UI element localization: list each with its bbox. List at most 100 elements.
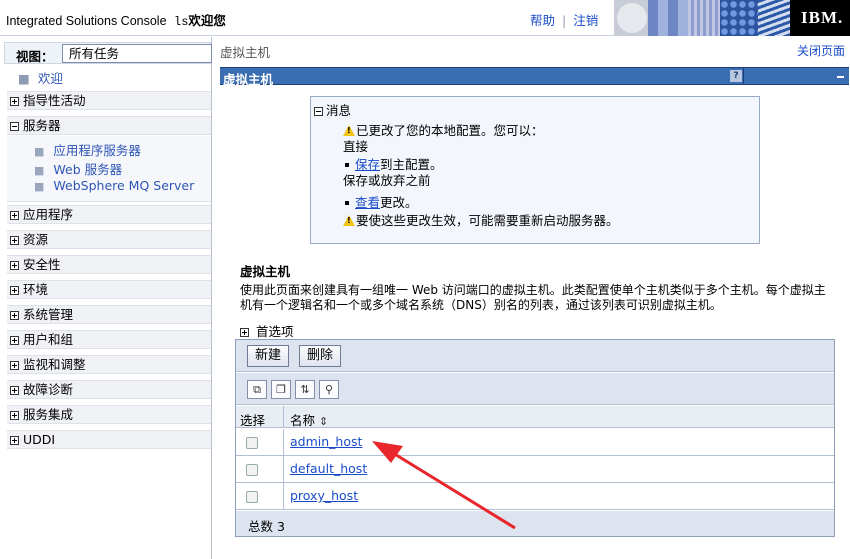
- review-link[interactable]: 查看: [355, 195, 380, 210]
- title-divider: [743, 68, 744, 84]
- portlet-title: 虚拟主机: [223, 72, 274, 87]
- nav-item-service-integration[interactable]: 服务集成: [7, 405, 211, 424]
- nav-item-system-admin[interactable]: 系统管理: [7, 305, 211, 324]
- preferences-label: 首选项: [255, 324, 294, 339]
- ibm-logo: IBM.: [801, 8, 844, 27]
- nav-link-label: Web 服务器: [53, 162, 123, 177]
- message-config-changed: 已更改了您的本地配置。您可以：: [343, 120, 544, 139]
- delete-button[interactable]: 删除: [299, 345, 341, 367]
- nav-link-label: 应用程序服务器: [53, 143, 141, 158]
- col-name-label: 名称: [290, 413, 316, 428]
- nav-item-resources[interactable]: 资源: [7, 230, 211, 249]
- nav-item-uddi[interactable]: UDDI: [7, 430, 211, 449]
- bullet-icon: ■: [34, 164, 45, 177]
- message-text: 已更改了您的本地配置。您可以：: [356, 123, 544, 138]
- expand-icon: [10, 97, 19, 106]
- console-name: Integrated Solutions Console: [6, 14, 167, 28]
- portlet-title-bar: 虚拟主机 ?: [220, 67, 849, 87]
- view-select[interactable]: 所有任务: [62, 44, 212, 63]
- user-name: ls: [174, 15, 189, 29]
- message-text: 要使这些更改生效，可能需要重新启动服务器。: [356, 213, 619, 228]
- show-filter-icon[interactable]: ⇅: [295, 380, 315, 399]
- minimize-icon[interactable]: [837, 76, 844, 78]
- bullet-icon: [345, 201, 349, 205]
- nav-item-monitoring[interactable]: 监视和调整: [7, 355, 211, 374]
- nav-item-users-groups[interactable]: 用户和组: [7, 330, 211, 349]
- message-direct: 直接: [343, 139, 369, 154]
- nav-item-servers[interactable]: 服务器: [7, 116, 211, 135]
- help-link[interactable]: 帮助: [530, 13, 555, 28]
- nav-item-security[interactable]: 安全性: [7, 255, 211, 274]
- nav-link-app-servers[interactable]: ■ 应用程序服务器: [34, 140, 141, 159]
- banner: Integrated Solutions Console ls欢迎您 帮助 | 注销…: [0, 0, 850, 36]
- expand-icon: [10, 311, 19, 320]
- banner-links: 帮助 | 注销: [530, 10, 598, 29]
- help-icon[interactable]: ?: [730, 70, 742, 82]
- row-checkbox[interactable]: [246, 437, 258, 449]
- nav-item-troubleshooting[interactable]: 故障诊断: [7, 380, 211, 399]
- nav-item-label: 监视和调整: [23, 357, 86, 372]
- clear-filter-icon[interactable]: ⚲: [319, 380, 339, 399]
- nav-item-guided-activities[interactable]: 指导性活动: [7, 91, 211, 110]
- banner-decoration-wave: [758, 0, 790, 36]
- host-link-default-host[interactable]: default_host: [290, 461, 367, 476]
- expand-icon: [10, 261, 19, 270]
- button-toolbar: 新建 删除: [236, 340, 834, 372]
- close-page-link[interactable]: 关闭页面: [797, 42, 845, 59]
- column-divider: [283, 429, 284, 456]
- nav-item-label: 资源: [23, 232, 49, 247]
- breadcrumb: 虚拟主机: [220, 45, 271, 60]
- nav-item-label: 应用程序: [23, 207, 74, 222]
- host-link-proxy-host[interactable]: proxy_host: [290, 488, 358, 503]
- expand-icon: [240, 328, 249, 337]
- new-button[interactable]: 新建: [247, 345, 289, 367]
- col-select-header: 选择: [240, 413, 266, 428]
- bullet-icon: ■: [34, 180, 45, 193]
- row-checkbox[interactable]: [246, 491, 258, 503]
- console-title: Integrated Solutions Console ls欢迎您: [6, 10, 226, 29]
- expand-icon: [10, 386, 19, 395]
- host-link-admin-host[interactable]: admin_host: [290, 434, 362, 449]
- section-description: 使用此页面来创建具有一组唯一 Web 访问端口的虚拟主机。此类配置使单个主机类似…: [240, 283, 836, 313]
- virtual-hosts-table: 新建 删除 ⧉ ❐ ⇅ ⚲ 选择 名称 ⇕ admin_host default_…: [235, 339, 835, 537]
- expand-icon: [10, 436, 19, 445]
- servers-submenu: ■ 应用程序服务器 ■ Web 服务器 ■ WebSphere MQ Server: [7, 136, 211, 202]
- banner-decoration-dots: [720, 0, 758, 36]
- nav-welcome-link[interactable]: ■ 欢迎: [18, 68, 63, 87]
- preferences-toggle[interactable]: 首选项: [240, 321, 294, 340]
- navigation-panel: 视图： 所有任务 ■ 欢迎 指导性活动 服务器 ■ 应用程序服务器 ■ Web 服务器…: [0, 37, 212, 559]
- table-row: default_host: [236, 456, 834, 483]
- messages-header-label: 消息: [326, 103, 352, 118]
- collapse-icon: [314, 107, 323, 116]
- bullet-icon: ■: [34, 145, 45, 158]
- column-divider: [283, 456, 284, 483]
- bullet-icon: ■: [18, 71, 30, 86]
- nav-link-web-servers[interactable]: ■ Web 服务器: [34, 159, 122, 178]
- nav-item-environment[interactable]: 环境: [7, 280, 211, 299]
- collapse-icon: [10, 122, 19, 131]
- deselect-all-icon[interactable]: ❐: [271, 380, 291, 399]
- nav-link-mq-server[interactable]: ■ WebSphere MQ Server: [34, 178, 194, 193]
- logout-link[interactable]: 注销: [573, 13, 598, 28]
- select-all-icon[interactable]: ⧉: [247, 380, 267, 399]
- nav-item-applications[interactable]: 应用程序: [7, 205, 211, 224]
- message-restart: 要使这些更改生效，可能需要重新启动服务器。: [343, 210, 619, 229]
- expand-icon: [10, 236, 19, 245]
- table-total: 总数 3: [236, 511, 834, 536]
- expand-icon: [10, 361, 19, 370]
- nav-item-label: 系统管理: [23, 307, 74, 322]
- expand-icon: [10, 411, 19, 420]
- nav-item-label: UDDI: [23, 432, 56, 447]
- sort-icon[interactable]: ⇕: [319, 415, 328, 428]
- row-checkbox[interactable]: [246, 464, 258, 476]
- bullet-icon: [345, 163, 349, 167]
- banner-decoration-stripes: [688, 0, 720, 36]
- nav-item-label: 指导性活动: [23, 93, 86, 108]
- banner-decoration-circle: [614, 0, 648, 36]
- nav-welcome-label: 欢迎: [37, 71, 63, 86]
- col-name-header[interactable]: 名称 ⇕: [290, 410, 328, 429]
- messages-header[interactable]: 消息: [314, 100, 351, 119]
- message-before: 保存或放弃之前: [343, 173, 431, 188]
- warning-icon: [343, 125, 355, 136]
- view-selector-row: 视图： 所有任务: [4, 42, 212, 64]
